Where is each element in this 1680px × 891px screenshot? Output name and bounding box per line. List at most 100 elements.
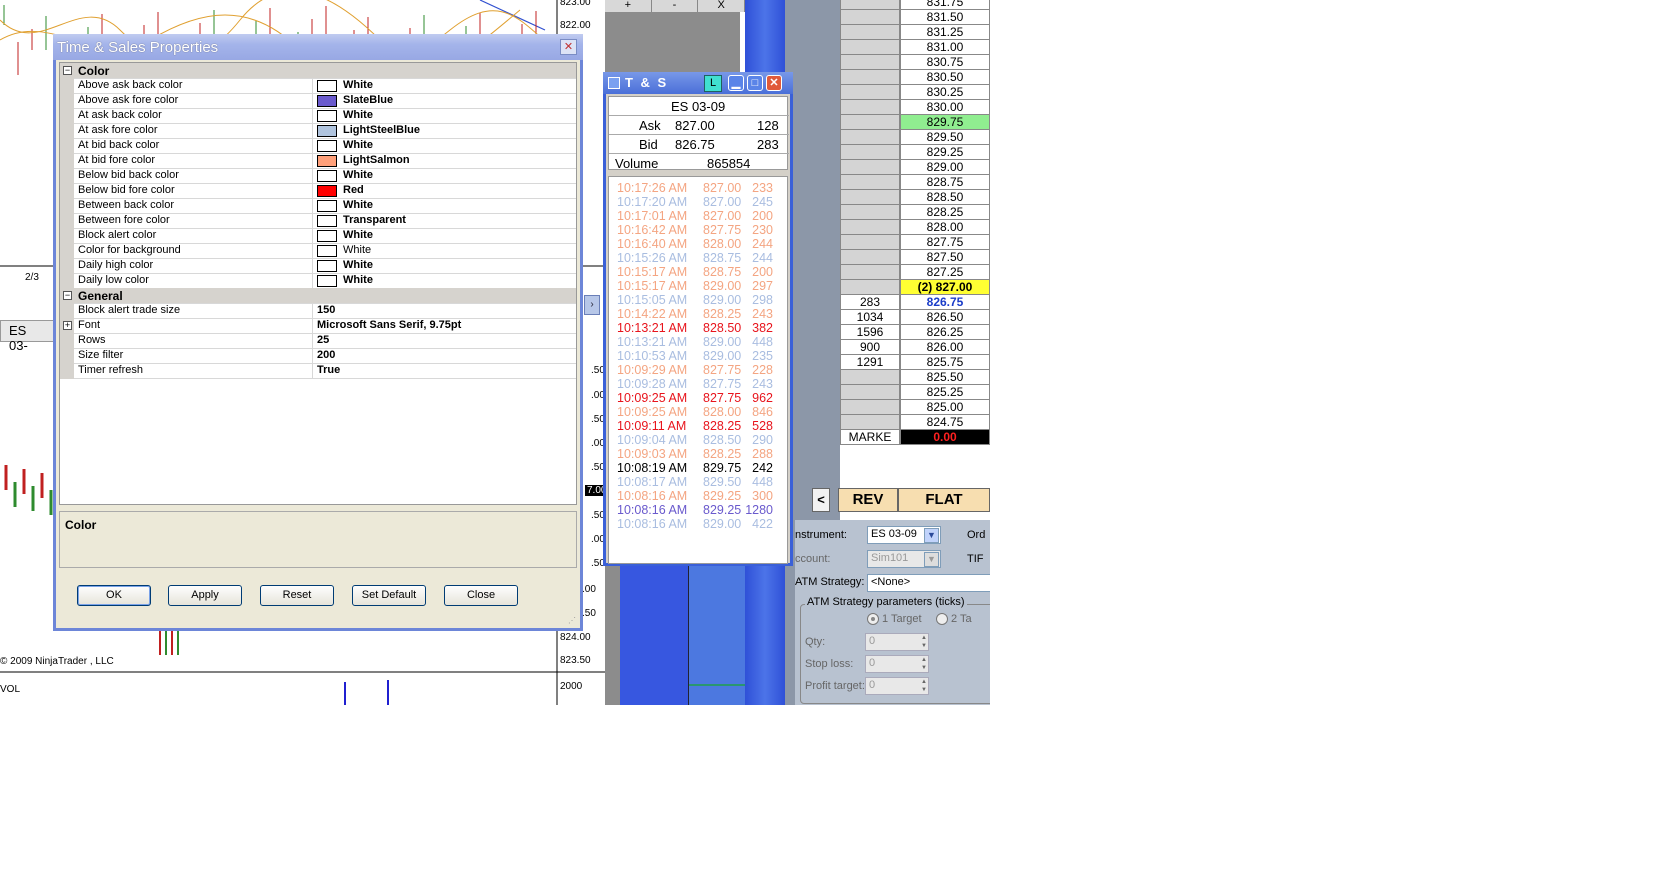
property-value[interactable]: 25 [312, 333, 576, 349]
ladder-price-cell[interactable]: 825.75 [900, 354, 990, 370]
property-row[interactable]: Between fore color Transparent [60, 213, 576, 230]
ladder-row[interactable]: 825.25 [840, 384, 990, 400]
property-row[interactable]: At bid fore color LightSalmon [60, 153, 576, 170]
ladder-row[interactable]: 829.00 [840, 159, 990, 175]
ladder-price-cell[interactable]: 826.75 [900, 294, 990, 310]
property-row[interactable]: Size filter 200 [60, 348, 576, 365]
ok-button[interactable]: OK [77, 585, 151, 606]
property-row[interactable]: Color for background White [60, 243, 576, 260]
ladder-price-cell[interactable]: 830.50 [900, 69, 990, 85]
property-value[interactable]: Red [312, 183, 576, 199]
resize-grip-icon[interactable]: ⋰ [568, 616, 578, 626]
ladder-volume-cell[interactable] [840, 279, 900, 295]
ladder-price-cell[interactable]: 828.50 [900, 189, 990, 205]
ladder-price-cell[interactable]: 826.50 [900, 309, 990, 325]
ladder-row[interactable]: 831.00 [840, 39, 990, 55]
close-icon[interactable]: ✕ [766, 75, 782, 91]
minimize-icon[interactable]: ▁ [728, 75, 744, 91]
ladder-price-cell[interactable]: 829.25 [900, 144, 990, 160]
ladder-price-cell[interactable]: 825.50 [900, 369, 990, 385]
apply-button[interactable]: Apply [168, 585, 242, 606]
expand-icon[interactable]: + [63, 321, 72, 330]
ladder-row[interactable]: 830.00 [840, 99, 990, 115]
ladder-price-cell[interactable]: 826.25 [900, 324, 990, 340]
ladder-volume-cell[interactable] [840, 219, 900, 235]
rev-button[interactable]: REV [838, 488, 898, 512]
property-row[interactable]: Below bid fore color Red [60, 183, 576, 200]
ladder-row[interactable]: 827.75 [840, 234, 990, 250]
ladder-volume-cell[interactable] [840, 9, 900, 25]
flat-button[interactable]: FLAT [898, 488, 990, 512]
property-row[interactable]: Block alert trade size 150 [60, 303, 576, 320]
ladder-volume-cell[interactable]: 1596 [840, 324, 900, 340]
property-row[interactable]: Above ask fore color SlateBlue [60, 93, 576, 110]
property-value[interactable]: White [312, 273, 576, 289]
property-value[interactable]: White [312, 78, 576, 94]
property-row[interactable]: + Font Microsoft Sans Serif, 9.75pt [60, 318, 576, 335]
ladder-volume-cell[interactable] [840, 399, 900, 415]
ladder-row[interactable]: 824.75 [840, 414, 990, 430]
ladder-price-cell[interactable]: 831.00 [900, 39, 990, 55]
ladder-row[interactable]: 1034 826.50 [840, 309, 990, 325]
ladder-row[interactable]: 283 826.75 [840, 294, 990, 310]
ladder-volume-cell[interactable]: 1291 [840, 354, 900, 370]
ladder-row[interactable]: (2) 827.00 [840, 279, 990, 295]
reset-button[interactable]: Reset [260, 585, 334, 606]
ladder-volume-cell[interactable] [840, 264, 900, 280]
ladder-volume-cell[interactable] [840, 174, 900, 190]
property-value[interactable]: White [312, 198, 576, 214]
property-row[interactable]: Rows 25 [60, 333, 576, 350]
ladder-volume-cell[interactable] [840, 249, 900, 265]
property-value[interactable]: Microsoft Sans Serif, 9.75pt [312, 318, 576, 334]
atm-strategy-select[interactable]: <None> [867, 574, 990, 592]
property-value[interactable]: 200 [312, 348, 576, 364]
ladder-price-cell[interactable]: 830.75 [900, 54, 990, 70]
property-value[interactable]: White [312, 258, 576, 274]
close-button[interactable]: Close [444, 585, 518, 606]
property-value[interactable]: 150 [312, 303, 576, 319]
ladder-row[interactable]: 828.25 [840, 204, 990, 220]
ladder-price-cell[interactable]: 829.00 [900, 159, 990, 175]
ladder-price-cell[interactable]: 828.75 [900, 174, 990, 190]
ladder-row[interactable]: 827.25 [840, 264, 990, 280]
ladder-price-cell[interactable]: 828.00 [900, 219, 990, 235]
property-row[interactable]: At bid back color White [60, 138, 576, 155]
ladder-volume-cell[interactable]: 900 [840, 339, 900, 355]
ladder-volume-cell[interactable]: 283 [840, 294, 900, 310]
ladder-price-cell[interactable]: (2) 827.00 [900, 279, 990, 295]
property-value[interactable]: White [312, 168, 576, 184]
property-value[interactable]: Transparent [312, 213, 576, 229]
property-row[interactable]: Daily high color White [60, 258, 576, 275]
ladder-price-cell[interactable]: 829.75 [900, 114, 990, 130]
property-row[interactable]: At ask back color White [60, 108, 576, 125]
chevron-down-icon[interactable]: ▼ [924, 528, 939, 543]
target2-radio[interactable] [936, 613, 948, 625]
ladder-price-cell[interactable]: 831.25 [900, 24, 990, 40]
property-grid[interactable]: − Color Above ask back color White Above ask… [59, 62, 577, 505]
ladder-volume-cell[interactable] [840, 159, 900, 175]
ts-trade-list[interactable]: 10:17:26 AM 827.00 233 10:17:20 AM 827.00 245… [608, 176, 788, 564]
property-value[interactable]: LightSteelBlue [312, 123, 576, 139]
ladder-volume-cell[interactable] [840, 54, 900, 70]
close-x-button[interactable]: X [698, 0, 746, 12]
ladder-volume-cell[interactable] [840, 189, 900, 205]
ladder-price-cell[interactable]: 827.75 [900, 234, 990, 250]
ladder-volume-cell[interactable] [840, 129, 900, 145]
category-color[interactable]: − Color [60, 63, 576, 80]
close-icon[interactable]: ✕ [560, 39, 577, 55]
ladder-volume-cell[interactable] [840, 69, 900, 85]
maximize-icon[interactable]: □ [747, 75, 763, 91]
ladder-volume-cell[interactable] [840, 84, 900, 100]
set-default-button[interactable]: Set Default [352, 585, 426, 606]
property-row[interactable]: Above ask back color White [60, 78, 576, 95]
ladder-price-cell[interactable]: 827.50 [900, 249, 990, 265]
ladder-row[interactable]: 831.50 [840, 9, 990, 25]
ladder-row[interactable]: 829.25 [840, 144, 990, 160]
stop-loss-stepper[interactable]: 0 [865, 655, 929, 673]
property-value[interactable]: White [312, 138, 576, 154]
ladder-row[interactable]: 825.50 [840, 369, 990, 385]
property-value[interactable]: White [312, 228, 576, 244]
target1-radio[interactable] [867, 613, 879, 625]
property-value[interactable]: LightSalmon [312, 153, 576, 169]
scroll-left-button[interactable]: < [812, 488, 830, 512]
